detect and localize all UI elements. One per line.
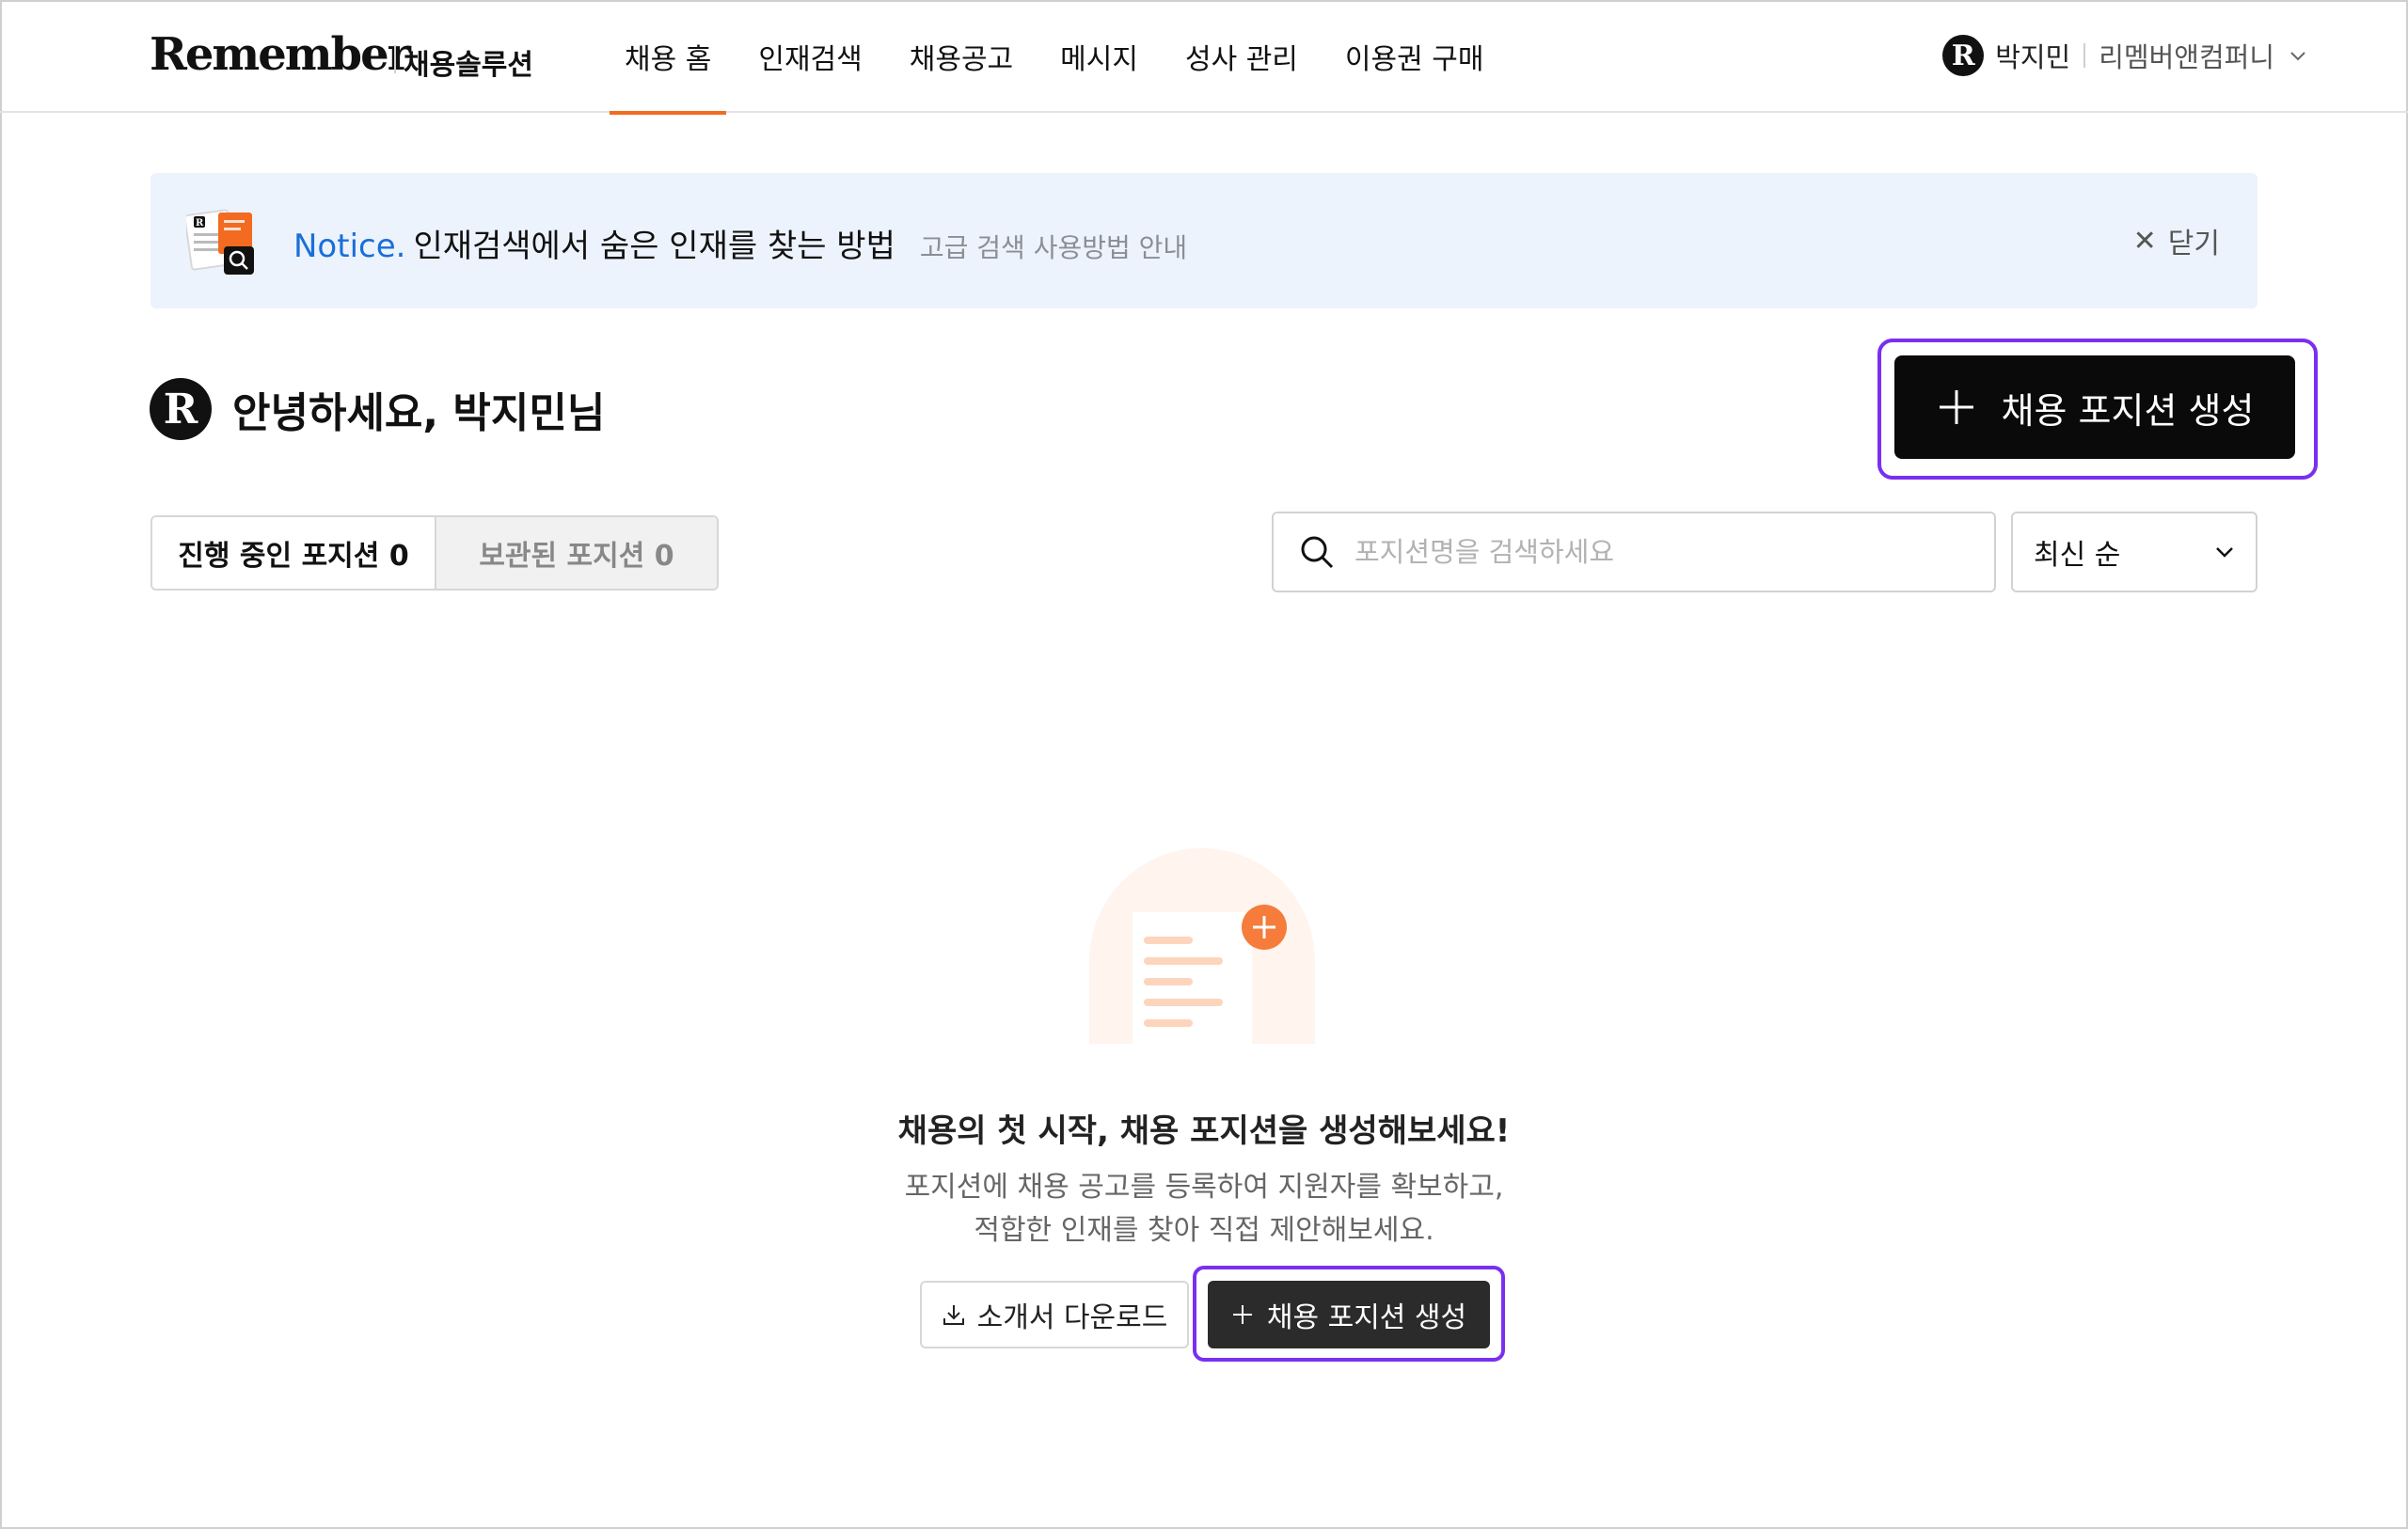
greeting-text: 안녕하세요, 박지민님 <box>232 389 606 437</box>
remember-r-logo: R <box>150 378 212 440</box>
notice-close-label: 닫기 <box>2167 228 2220 260</box>
svg-text:R: R <box>196 218 204 229</box>
search-input[interactable] <box>1354 536 1956 568</box>
download-brochure-button[interactable]: 소개서 다운로드 <box>920 1281 1189 1348</box>
nav-messages[interactable]: 메시지 <box>1045 0 1153 113</box>
empty-create-position-button[interactable]: 채용 포지션 생성 <box>1208 1281 1490 1348</box>
user-avatar: R <box>1942 35 1985 76</box>
main-nav: 채용 홈 인재검색 채용공고 메시지 성사 관리 이용권 구매 <box>610 0 1515 115</box>
greeting: R 안녕하세요, 박지민님 <box>150 378 605 440</box>
empty-document-illustration <box>1087 848 1317 1057</box>
sort-selected: 최신 순 <box>2034 539 2121 572</box>
sort-select[interactable]: 최신 순 <box>2011 512 2258 592</box>
notice-subtext: 고급 검색 사용방법 안내 <box>919 232 1188 263</box>
user-divider <box>2083 43 2086 68</box>
create-position-highlight: 채용 포지션 생성 <box>1877 339 2318 480</box>
top-header: Remember 채용솔루션 채용 홈 인재검색 채용공고 메시지 성사 관리 … <box>0 0 2408 115</box>
create-position-label: 채용 포지션 생성 <box>2001 389 2255 432</box>
logo-subtitle: 채용솔루션 <box>404 49 533 82</box>
empty-desc-line1: 포지션에 채용 공고를 등록하여 지원자를 확보하고, <box>904 1171 1504 1204</box>
close-icon: ✕ <box>2132 224 2157 258</box>
plus-icon <box>1939 390 1973 424</box>
tab-archived-positions[interactable]: 보관된 포지션 0 <box>435 517 717 589</box>
create-position-button[interactable]: 채용 포지션 생성 <box>1894 355 2295 459</box>
notice-close-button[interactable]: ✕ 닫기 <box>2133 220 2220 261</box>
empty-create-highlight: 채용 포지션 생성 <box>1193 1266 1505 1362</box>
nav-recruit-home[interactable]: 채용 홈 <box>610 0 727 115</box>
empty-create-position-label: 채용 포지션 생성 <box>1266 1301 1467 1334</box>
nav-job-postings[interactable]: 채용공고 <box>895 0 1028 113</box>
nav-purchase-pass[interactable]: 이용권 구매 <box>1330 0 1499 113</box>
user-name: 박지민 <box>1995 41 2071 73</box>
download-icon <box>943 1305 964 1325</box>
user-menu[interactable]: R 박지민 리멤버앤컴퍼니 <box>1942 34 2306 77</box>
download-brochure-label: 소개서 다운로드 <box>976 1301 1168 1334</box>
tab-active-positions[interactable]: 진행 중인 포지션 0 <box>152 517 435 589</box>
nav-talent-search[interactable]: 인재검색 <box>743 0 877 113</box>
notice-text: Notice. 인재검색에서 숨은 인재를 찾는 방법 고급 검색 사용방법 안내 <box>293 220 1187 266</box>
notice-label: Notice. <box>293 228 406 265</box>
empty-state-description: 포지션에 채용 공고를 등록하여 지원자를 확보하고, 적합한 인재를 찾아 직… <box>0 1166 2408 1253</box>
empty-state-title: 채용의 첫 시작, 채용 포지션을 생성해보세요! <box>897 1112 1511 1150</box>
chevron-down-icon <box>2290 52 2305 61</box>
empty-desc-line2: 적합한 인재를 찾아 직접 제안해보세요. <box>974 1214 1434 1247</box>
notice-message[interactable]: 인재검색에서 숨은 인재를 찾는 방법 <box>413 228 895 265</box>
notice-banner: R Notice. 인재검색에서 숨은 인재를 찾는 방법 고급 검색 사용방법 안… <box>150 173 2258 308</box>
logo-divider <box>394 45 396 73</box>
plus-icon <box>1232 1305 1252 1324</box>
nav-hire-management[interactable]: 성사 관리 <box>1170 0 1313 113</box>
remember-logo[interactable]: Remember <box>150 28 411 81</box>
search-icon <box>1301 536 1334 569</box>
document-search-icon: R <box>186 209 254 275</box>
position-tabs: 진행 중인 포지션 0 보관된 포지션 0 <box>150 515 719 591</box>
company-name: 리멤버앤컴퍼니 <box>2099 41 2274 73</box>
position-search <box>1272 512 1996 592</box>
chevron-down-icon <box>2216 547 2233 558</box>
